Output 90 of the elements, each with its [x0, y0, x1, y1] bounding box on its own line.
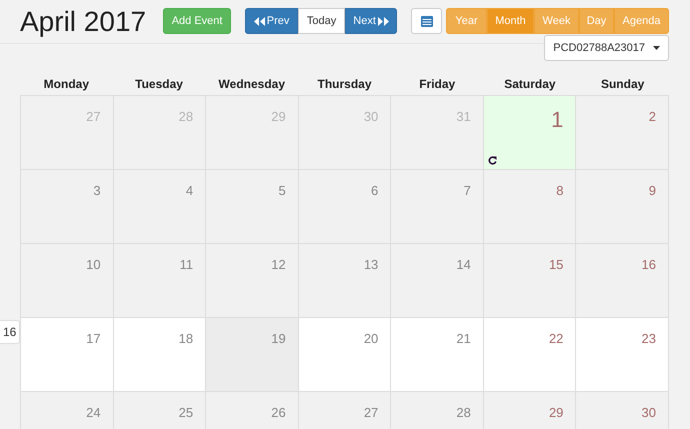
day-cell[interactable]: 25 — [114, 392, 206, 429]
day-number: 17 — [86, 330, 101, 345]
weekday-header: Friday — [419, 76, 456, 93]
day-number: 19 — [271, 330, 286, 345]
day-cell[interactable]: 27 — [298, 392, 392, 429]
day-number: 15 — [548, 256, 564, 271]
day-number: 22 — [548, 330, 564, 345]
calendar-icon — [420, 16, 433, 26]
day-cell[interactable]: 12 — [206, 244, 299, 318]
day-number: 27 — [364, 404, 378, 419]
add-event-button[interactable]: Add Event — [163, 8, 232, 34]
day-cell[interactable]: 8 — [484, 170, 576, 244]
day-cell[interactable]: 1 — [484, 96, 576, 170]
day-cell[interactable]: 5 — [206, 170, 299, 244]
day-cell[interactable]: 16 — [576, 244, 669, 318]
weekday-header: Thursday — [317, 76, 372, 93]
page-title: April 2017 — [20, 7, 146, 37]
today-button[interactable]: Today — [298, 8, 346, 34]
day-number: 27 — [86, 108, 101, 123]
day-cell[interactable]: 15 — [484, 244, 576, 318]
prev-button[interactable]: Prev — [245, 8, 298, 34]
calendar-button[interactable] — [411, 8, 442, 34]
day-cell[interactable]: 14 — [391, 244, 484, 318]
day-cell[interactable]: 23 — [576, 318, 669, 392]
day-cell[interactable]: 7 — [391, 170, 484, 244]
day-cell[interactable]: 3 — [21, 170, 114, 244]
view-tab[interactable]: Day — [579, 8, 614, 34]
weekday-header: Tuesday — [135, 76, 183, 93]
day-number: 11 — [180, 256, 194, 271]
day-number: 21 — [456, 330, 471, 345]
day-cell[interactable]: 18 — [114, 318, 206, 392]
weekday-header: Wednesday — [218, 76, 286, 93]
weekday-header: Sunday — [600, 76, 644, 93]
day-cell[interactable]: 2 — [576, 96, 669, 170]
day-cell[interactable]: 9 — [576, 170, 669, 244]
day-number: 30 — [642, 404, 656, 419]
day-number: 31 — [456, 108, 471, 123]
day-number: 18 — [178, 330, 194, 345]
day-number: 2 — [648, 108, 656, 123]
day-number: 13 — [364, 256, 378, 271]
next-button[interactable]: Next — [345, 8, 398, 34]
day-number: 14 — [456, 256, 471, 271]
day-cell[interactable]: 11 — [114, 244, 206, 318]
day-cell[interactable]: 22 — [484, 318, 576, 392]
day-number: 1 — [551, 106, 564, 131]
day-cell[interactable]: 27 — [21, 96, 114, 170]
day-number: 8 — [556, 182, 564, 197]
day-cell[interactable]: 6 — [298, 170, 392, 244]
day-cell[interactable]: 19 — [206, 318, 299, 392]
day-cell[interactable]: 4 — [114, 170, 206, 244]
day-number: 16 — [642, 256, 656, 271]
day-number: 30 — [364, 108, 378, 123]
day-cell[interactable]: 20 — [298, 318, 392, 392]
caret-icon — [653, 46, 660, 50]
day-number: 10 — [86, 256, 101, 271]
device-dropdown[interactable]: PCD02788A23017 — [544, 35, 669, 61]
day-number: 9 — [648, 182, 656, 197]
refresh-icon[interactable] — [488, 156, 497, 165]
day-number: 29 — [271, 108, 286, 123]
day-number: 25 — [178, 404, 194, 419]
day-cell[interactable]: 29 — [206, 96, 299, 170]
day-number: 20 — [364, 330, 378, 345]
day-number: 24 — [86, 404, 101, 419]
day-number: 6 — [371, 182, 378, 197]
day-number: 3 — [93, 182, 101, 197]
day-number: 23 — [642, 330, 656, 345]
day-number: 28 — [178, 108, 194, 123]
day-cell[interactable]: 30 — [298, 96, 392, 170]
day-cell[interactable]: 17 — [21, 318, 114, 392]
weekday-header: Monday — [44, 76, 90, 93]
double-left-arrow-icon — [254, 16, 265, 26]
week-number-tab[interactable]: 16 — [0, 320, 20, 344]
day-cell[interactable]: 13 — [298, 244, 392, 318]
day-number: 29 — [548, 404, 564, 419]
day-number: 26 — [271, 404, 286, 419]
day-cell[interactable]: 31 — [391, 96, 484, 170]
day-cell[interactable]: 21 — [391, 318, 484, 392]
day-number: 28 — [456, 404, 471, 419]
view-tab[interactable]: Agenda — [614, 8, 669, 34]
day-cell[interactable]: 28 — [114, 96, 206, 170]
view-tab[interactable]: Year — [446, 8, 487, 34]
day-number: 4 — [186, 182, 194, 197]
view-tab[interactable]: Month — [487, 8, 534, 34]
double-right-arrow-icon — [378, 16, 389, 26]
day-number: 12 — [271, 256, 286, 271]
view-tab[interactable]: Week — [534, 8, 579, 34]
weekday-header: Saturday — [504, 76, 556, 93]
day-number: 7 — [464, 182, 471, 197]
day-number: 5 — [278, 182, 286, 197]
day-cell[interactable]: 10 — [21, 244, 114, 318]
